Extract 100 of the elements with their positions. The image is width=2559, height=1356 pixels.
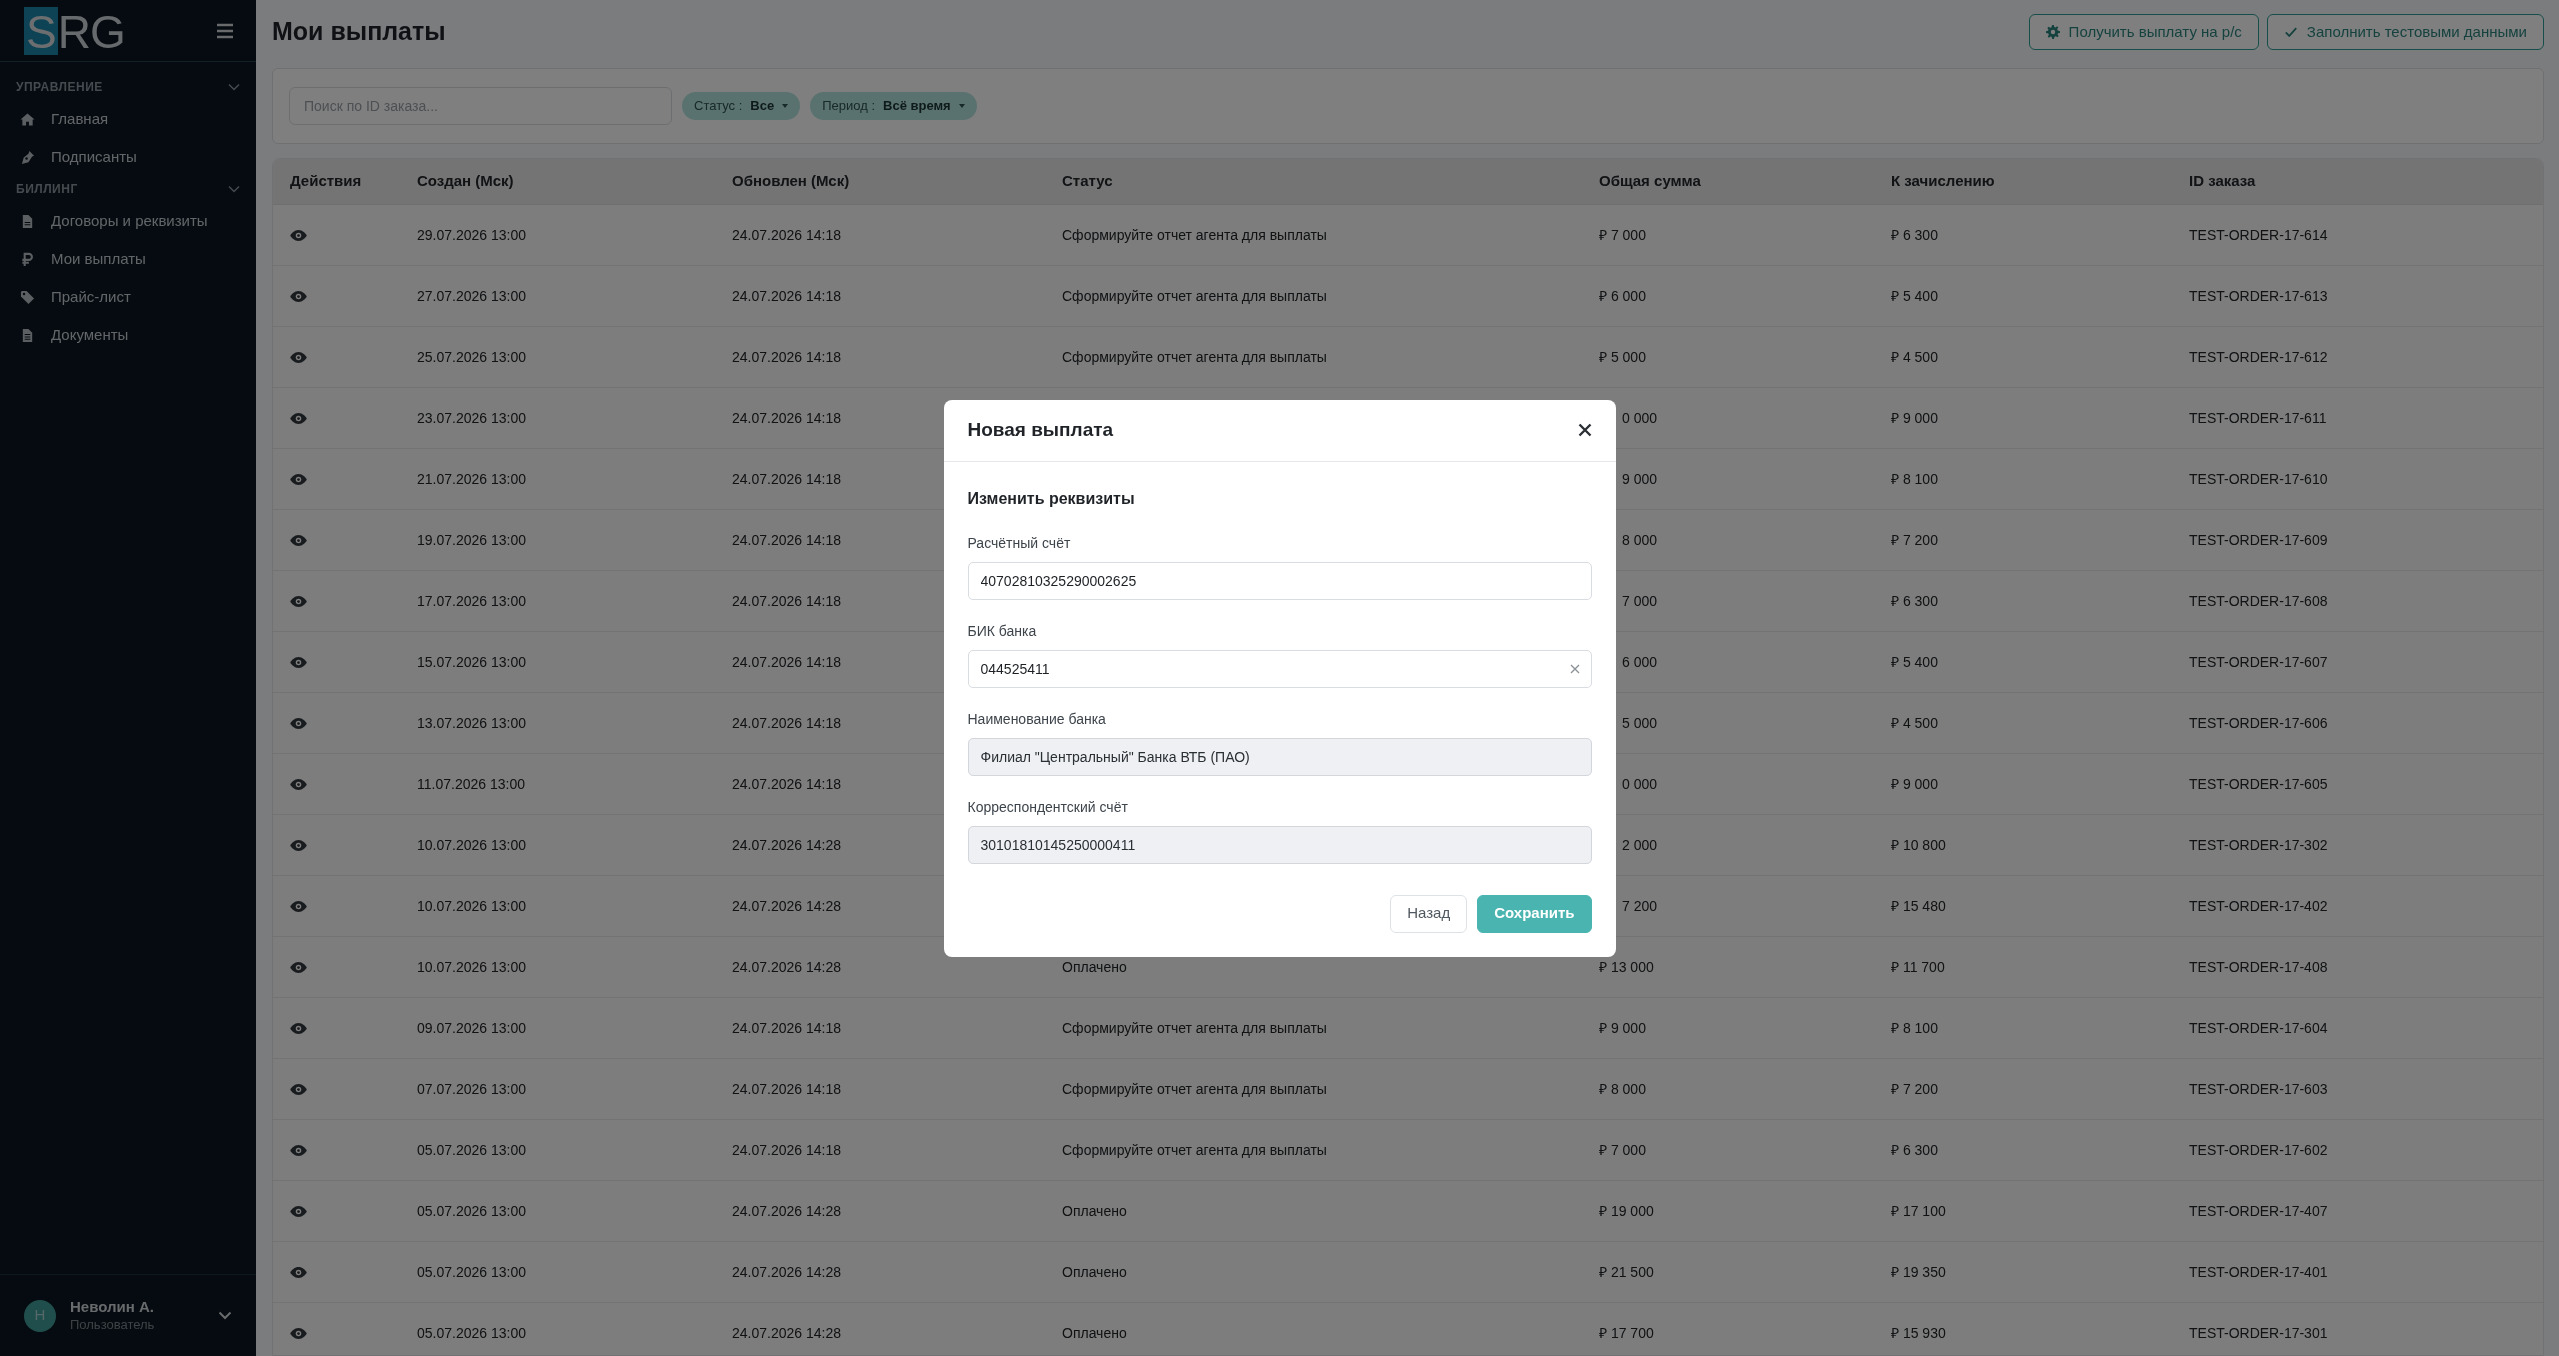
input-field[interactable]: 044525411 (967, 649, 1592, 688)
caret-icon (782, 104, 789, 108)
nav-item[interactable]: Документы (0, 316, 256, 354)
view-button[interactable] (290, 1083, 307, 1095)
table-cell: TEST-ORDER-17-610 (2189, 470, 2328, 487)
filter-chip[interactable]: Период : Всё время (810, 92, 977, 120)
view-button[interactable] (290, 1022, 307, 1034)
table-cell: 0 000 (1622, 775, 1658, 792)
table-cell: 24.07.2026 14:18 (732, 1019, 841, 1036)
table-cell: 24.07.2026 14:28 (732, 1202, 841, 1219)
logo: SRG (24, 6, 125, 55)
view-button[interactable] (290, 1144, 307, 1156)
user-menu-button[interactable] (218, 1311, 232, 1320)
table-cell: TEST-ORDER-17-407 (2189, 1202, 2328, 1219)
nav-item[interactable]: Договоры и реквизиты (0, 202, 256, 240)
home-icon (20, 111, 35, 127)
filter-chip[interactable]: Статус : Все (682, 92, 801, 120)
menu-button[interactable] (216, 22, 234, 39)
table-cell: ₽ 9 000 (1891, 775, 1938, 792)
view-button[interactable] (290, 290, 307, 302)
table-cell: 24.07.2026 14:18 (732, 287, 841, 304)
clear-icon (1569, 663, 1580, 674)
header-button[interactable]: Заполнить тестовыми данными (2266, 14, 2544, 50)
column-header: Обновлен (Мск) (731, 171, 851, 192)
header-button[interactable]: Получить выплату на р/с (2028, 14, 2259, 50)
input-field[interactable]: 30101810145250000411 (967, 825, 1592, 864)
table-cell: ₽ 7 200 (1891, 1080, 1938, 1097)
view-button[interactable] (290, 961, 307, 973)
table-cell: TEST-ORDER-17-302 (2189, 836, 2328, 853)
table-cell: 05.07.2026 13:00 (417, 1324, 526, 1341)
table-cell: 24.07.2026 14:18 (732, 409, 841, 426)
table-cell: Сформируйте отчет агента для выплаты (1062, 1141, 1327, 1158)
input-field[interactable]: Филиал "Центральный" Банка ВТБ (ПАО) (967, 737, 1592, 776)
eye-icon (290, 778, 307, 790)
nav-item[interactable]: Подписанты (0, 138, 256, 176)
eye-icon (290, 351, 307, 363)
table-cell: TEST-ORDER-17-606 (2189, 714, 2328, 731)
table-cell: 9 000 (1622, 470, 1658, 487)
clear-button[interactable] (1569, 663, 1580, 674)
eye-icon (290, 1327, 307, 1339)
back-button[interactable]: Назад (1390, 894, 1468, 933)
table-cell: TEST-ORDER-17-401 (2189, 1263, 2328, 1280)
view-button[interactable] (290, 595, 307, 607)
table-cell: TEST-ORDER-17-608 (2189, 592, 2328, 609)
table-cell: ₽ 13 000 (1599, 958, 1654, 975)
table-cell: TEST-ORDER-17-408 (2189, 958, 2328, 975)
view-button[interactable] (290, 1205, 307, 1217)
table-cell: 24.07.2026 14:28 (732, 1324, 841, 1341)
table-cell: 10.07.2026 13:00 (417, 897, 526, 914)
table-cell: 24.07.2026 14:28 (732, 836, 841, 853)
input-field[interactable]: 40702810325290002625 (967, 561, 1592, 600)
view-button[interactable] (290, 1327, 307, 1339)
view-button[interactable] (290, 900, 307, 912)
table-cell: 13.07.2026 13:00 (417, 714, 526, 731)
view-button[interactable] (290, 351, 307, 363)
eye-icon (290, 473, 307, 485)
check-icon (2283, 25, 2298, 39)
column-header: К зачислению (1890, 171, 1996, 192)
table-cell: 17.07.2026 13:00 (417, 592, 526, 609)
table-cell: 24.07.2026 14:18 (732, 348, 841, 365)
table-cell: 24.07.2026 14:18 (732, 470, 841, 487)
view-button[interactable] (290, 778, 307, 790)
table-cell: Оплачено (1062, 1263, 1127, 1280)
table-cell: 19.07.2026 13:00 (417, 531, 526, 548)
close-button[interactable] (1577, 423, 1592, 437)
nav-item[interactable]: Мои выплаты (0, 240, 256, 278)
table-cell: 07.07.2026 13:00 (417, 1080, 526, 1097)
table-cell: ₽ 7 000 (1599, 226, 1646, 243)
view-button[interactable] (290, 839, 307, 851)
save-button[interactable]: Сохранить (1477, 894, 1592, 933)
table-cell: ₽ 21 500 (1599, 1263, 1654, 1280)
eye-icon (290, 595, 307, 607)
table-cell: ₽ 5 400 (1891, 653, 1938, 670)
table-cell: 24.07.2026 14:18 (732, 531, 841, 548)
modal-title: Новая выплата (967, 417, 1114, 442)
table-cell: 5 000 (1622, 714, 1658, 731)
view-button[interactable] (290, 473, 307, 485)
table-cell: 6 000 (1622, 653, 1658, 670)
view-button[interactable] (290, 412, 307, 424)
view-button[interactable] (290, 229, 307, 241)
table-cell: 24.07.2026 14:18 (732, 1141, 841, 1158)
table-cell: 10.07.2026 13:00 (417, 836, 526, 853)
view-button[interactable] (290, 534, 307, 546)
table-cell: Оплачено (1062, 1202, 1127, 1219)
table-cell: ₽ 6 300 (1891, 226, 1938, 243)
eye-icon (290, 1205, 307, 1217)
table-cell: TEST-ORDER-17-613 (2189, 287, 2328, 304)
table-cell: 24.07.2026 14:18 (732, 1080, 841, 1097)
table-cell: Сформируйте отчет агента для выплаты (1062, 287, 1327, 304)
view-button[interactable] (290, 717, 307, 729)
nav-item[interactable]: Главная (0, 100, 256, 138)
column-header: Создан (Мск) (416, 171, 515, 192)
table-cell: 8 000 (1622, 531, 1658, 548)
view-button[interactable] (290, 656, 307, 668)
table-cell: TEST-ORDER-17-301 (2189, 1324, 2328, 1341)
table-cell: ₽ 7 200 (1891, 531, 1938, 548)
nav-item[interactable]: Прайс-лист (0, 278, 256, 316)
table-cell: TEST-ORDER-17-605 (2189, 775, 2328, 792)
ruble-icon (20, 251, 35, 267)
view-button[interactable] (290, 1266, 307, 1278)
